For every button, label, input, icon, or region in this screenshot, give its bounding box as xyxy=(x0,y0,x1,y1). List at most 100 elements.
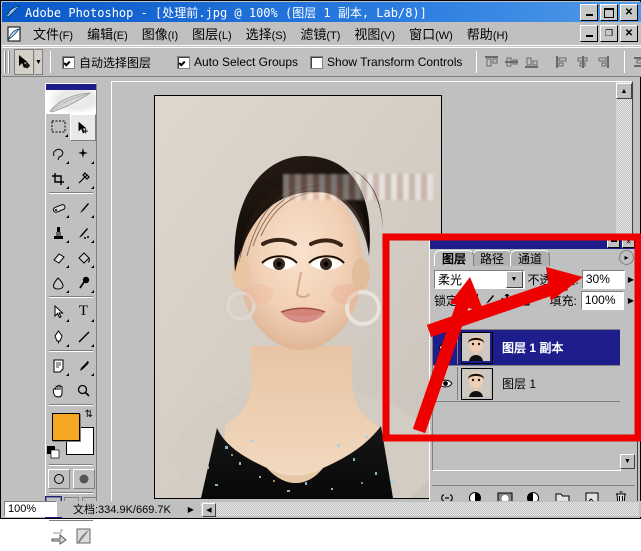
show-transform-controls-checkbox[interactable]: Show Transform Controls xyxy=(310,55,462,69)
paint-bucket-tool[interactable] xyxy=(71,245,96,270)
align-horizontal-center-icon[interactable] xyxy=(575,55,590,69)
auto-select-layer-checkbox-box[interactable] xyxy=(61,55,75,69)
doc-minimize-button[interactable] xyxy=(580,25,598,42)
menu-image[interactable]: 图像(I) xyxy=(135,22,185,45)
minimize-button[interactable] xyxy=(580,4,598,21)
scroll-up-icon[interactable]: ▲ xyxy=(616,83,632,99)
tab-channels[interactable]: 通道 xyxy=(510,250,551,266)
menu-window[interactable]: 窗口(W) xyxy=(402,22,460,45)
lock-position-icon[interactable] xyxy=(500,293,514,307)
brush-tool[interactable] xyxy=(71,195,96,220)
lock-image-pixels-icon[interactable] xyxy=(483,293,497,307)
doc-close-button[interactable]: ✕ xyxy=(620,25,638,42)
fill-field[interactable]: 100% xyxy=(580,290,624,310)
menu-view[interactable]: 视图(V) xyxy=(347,22,402,45)
opacity-chevron-right-icon[interactable]: ▶ xyxy=(628,275,634,284)
menu-edit[interactable]: 编辑(E) xyxy=(80,22,135,45)
menu-layer[interactable]: 图层(L) xyxy=(185,22,238,45)
type-tool[interactable]: T xyxy=(71,299,96,324)
document-icon[interactable] xyxy=(6,26,22,42)
menu-edit-label: 编辑 xyxy=(87,27,114,42)
distribute-icon[interactable] xyxy=(632,55,641,69)
menu-help[interactable]: 帮助(H) xyxy=(460,22,515,45)
pen-tool[interactable] xyxy=(46,324,71,349)
show-transform-controls-checkbox-box[interactable] xyxy=(310,55,324,69)
lasso-tool[interactable] xyxy=(46,141,71,166)
quick-mask-mode[interactable] xyxy=(72,469,95,489)
tab-paths[interactable]: 路径 xyxy=(472,250,513,266)
magic-wand-tool[interactable] xyxy=(71,141,96,166)
eye-icon[interactable] xyxy=(433,331,458,364)
tab-layers[interactable]: 图层 xyxy=(434,250,475,266)
close-button[interactable]: ✕ xyxy=(620,4,638,21)
align-left-icon[interactable] xyxy=(555,55,570,69)
healing-brush-tool[interactable] xyxy=(46,195,71,220)
horizontal-scrollbar[interactable]: ◀ xyxy=(200,502,639,517)
dodge-tool[interactable] xyxy=(71,270,96,295)
eyedropper-tool[interactable] xyxy=(71,353,96,378)
layer-thumbnail[interactable] xyxy=(461,367,493,400)
table-row[interactable]: 图层 1 xyxy=(433,366,620,402)
palette-minimize-button[interactable] xyxy=(607,236,620,248)
menu-file[interactable]: 文件(F) xyxy=(26,22,80,45)
auto-select-groups-checkbox[interactable]: Auto Select Groups xyxy=(176,55,298,69)
crop-tool[interactable] xyxy=(46,166,71,191)
standard-mask-mode[interactable] xyxy=(47,469,70,489)
eye-icon[interactable] xyxy=(433,367,458,400)
table-row[interactable]: 图层 1 副本 xyxy=(433,330,620,366)
history-brush-tool[interactable] xyxy=(71,220,96,245)
move-tool[interactable] xyxy=(70,114,96,141)
tool-preset-chevron-down-icon[interactable]: ▼ xyxy=(35,49,43,75)
scroll-left-icon[interactable]: ◀ xyxy=(201,503,216,517)
auto-select-layer-checkbox[interactable]: 自动选择图层 xyxy=(61,54,151,71)
menu-help-label: 帮助 xyxy=(466,27,493,42)
doc-restore-button[interactable]: ❐ xyxy=(600,25,618,42)
notes-tool[interactable] xyxy=(46,353,71,378)
status-expand-icon[interactable]: ▶ xyxy=(185,503,197,516)
photoshop-feather-logo xyxy=(46,90,96,114)
slice-tool[interactable] xyxy=(71,166,96,191)
zoom-level-field[interactable]: 100% xyxy=(4,501,57,517)
align-right-icon[interactable] xyxy=(595,55,610,69)
layer-list[interactable]: 图层 1 副本 图层 1 xyxy=(432,329,621,471)
jump-to-imageready-icon[interactable] xyxy=(50,527,72,548)
lock-transparency-icon[interactable] xyxy=(465,293,479,307)
fill-chevron-right-icon[interactable]: ▶ xyxy=(628,296,634,305)
imageready-icon[interactable] xyxy=(75,527,93,548)
chevron-down-icon[interactable]: ▼ xyxy=(505,270,523,288)
lock-all-icon[interactable] xyxy=(518,293,532,307)
fill-value: 100% xyxy=(584,293,616,307)
marquee-tool[interactable] xyxy=(46,114,70,139)
menu-filter[interactable]: 滤镜(T) xyxy=(293,22,347,45)
palette-menu-icon[interactable]: ▸ xyxy=(619,250,634,265)
line-tool[interactable] xyxy=(71,324,96,349)
scroll-down-icon[interactable]: ▼ xyxy=(620,454,635,469)
default-colors-icon[interactable] xyxy=(47,446,60,459)
path-selection-tool[interactable] xyxy=(46,299,71,324)
maximize-button[interactable] xyxy=(600,4,618,21)
blend-mode-row: 柔光 ▼ 不透明度: 30% ▶ xyxy=(430,266,637,290)
blend-mode-dropdown[interactable]: 柔光 ▼ xyxy=(434,269,525,289)
image-canvas[interactable] xyxy=(154,95,442,499)
layers-palette-title-bar[interactable]: ✕ xyxy=(430,235,637,249)
align-vertical-center-icon[interactable] xyxy=(504,55,519,69)
palette-close-button[interactable]: ✕ xyxy=(622,236,635,248)
menu-select[interactable]: 选择(S) xyxy=(239,22,294,45)
auto-select-groups-checkbox-box[interactable] xyxy=(176,55,190,69)
opacity-field[interactable]: 30% xyxy=(581,269,625,289)
zoom-tool[interactable] xyxy=(71,378,96,403)
options-bar-grip[interactable] xyxy=(4,51,11,73)
tool-row-8: T xyxy=(46,299,96,324)
align-top-icon[interactable] xyxy=(484,55,499,69)
layer-list-scrollbar[interactable]: ▼ xyxy=(620,329,635,469)
move-tool-icon[interactable] xyxy=(14,49,34,75)
swap-colors-icon[interactable]: ⇅ xyxy=(85,409,93,420)
clone-stamp-tool[interactable] xyxy=(46,220,71,245)
blur-tool[interactable] xyxy=(46,270,71,295)
layer-thumbnail[interactable] xyxy=(461,331,493,364)
eraser-tool[interactable] xyxy=(46,245,71,270)
foreground-color-swatch[interactable] xyxy=(52,413,80,441)
tool-palette-header[interactable] xyxy=(46,84,96,114)
hand-tool[interactable] xyxy=(46,378,71,403)
align-bottom-icon[interactable] xyxy=(524,55,539,69)
